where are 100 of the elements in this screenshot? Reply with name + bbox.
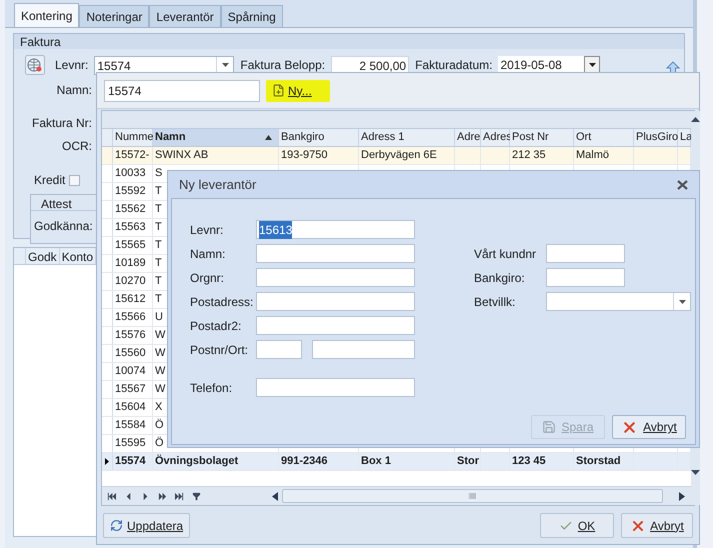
- column-header[interactable]: Ort: [574, 129, 634, 146]
- caret-icon: [222, 63, 229, 67]
- kredit-checkbox[interactable]: [69, 174, 80, 186]
- tab[interactable]: Kontering: [14, 3, 80, 27]
- field-label: Levnr:: [55, 57, 88, 74]
- betvillk-combo[interactable]: [546, 292, 691, 311]
- table-cell-text: U: [155, 310, 163, 326]
- scroll-right-icon[interactable]: [679, 492, 685, 500]
- ok-button[interactable]: OK: [540, 513, 614, 538]
- grip-icon: [468, 493, 476, 499]
- table-cell-text: 15563: [115, 220, 146, 236]
- table-cell-text: W: [155, 328, 166, 344]
- next-page-icon[interactable]: [158, 492, 167, 500]
- field-label: Fakturadatum:: [415, 57, 492, 74]
- field-label: Levnr:: [190, 222, 224, 238]
- field-label: Postnr/Ort:: [190, 342, 250, 358]
- table-cell-text: T: [155, 184, 162, 200]
- field-label: Godkänna:: [34, 219, 93, 233]
- table-cell-text: 15592: [115, 184, 146, 200]
- postnr-field[interactable]: [256, 340, 302, 359]
- table-cell-text: Ö: [155, 436, 164, 452]
- close-icon[interactable]: [677, 180, 688, 190]
- field-label: Orgnr:: [190, 270, 226, 286]
- scroll-down-icon[interactable]: [691, 470, 700, 475]
- field-label: Postadress:: [190, 294, 254, 310]
- tab[interactable]: Spårning: [220, 5, 283, 27]
- field-label: Bankgiro:: [474, 270, 526, 286]
- levnr-combo[interactable]: 15574: [94, 56, 234, 74]
- tab[interactable]: Noteringar: [79, 5, 150, 27]
- table-cell-text: T: [155, 256, 162, 272]
- field-label: Telefon:: [190, 380, 234, 396]
- cancel-button[interactable]: Avbryt: [612, 415, 686, 439]
- text-field[interactable]: [256, 292, 415, 311]
- table-cell-text: 15567: [115, 382, 146, 398]
- table-cell-text: 15604: [115, 400, 146, 416]
- table-cell-text: Stor: [457, 454, 479, 470]
- table-cell-text: 193-9750: [281, 148, 328, 164]
- table-cell-text: W: [155, 364, 166, 380]
- table-cell-text: X: [155, 400, 162, 416]
- previous-icon[interactable]: [124, 492, 133, 500]
- table-row[interactable]: 15572- SWINX AB 193-9750 Derbyvägen 6E 212 35 Malmö: [102, 147, 691, 165]
- tab[interactable]: Leverantör: [149, 5, 221, 27]
- table-cell-text: Derbyvägen 6E: [361, 148, 437, 164]
- refresh-button[interactable]: Uppdatera: [103, 513, 190, 538]
- scroll-up-icon[interactable]: [691, 117, 700, 122]
- table-cell-text: 15562: [115, 202, 146, 218]
- search-field[interactable]: 15574: [104, 80, 260, 102]
- dialog-title: Ny leverantör: [179, 176, 256, 194]
- column-header[interactable]: Godk: [26, 248, 60, 264]
- table-cell-text: 15574: [115, 454, 146, 470]
- current-row-icon: [105, 458, 109, 465]
- text-field[interactable]: [256, 268, 415, 287]
- table-cell-text: Box 1: [361, 454, 391, 470]
- table-cell-text: 10074: [115, 364, 146, 380]
- column-header[interactable]: Post Nr: [510, 129, 574, 146]
- sort-ascending-icon: [265, 135, 272, 140]
- table-cell-text: 212 35: [512, 148, 546, 164]
- text-field[interactable]: [546, 268, 625, 287]
- refresh-icon: [110, 519, 123, 532]
- new-button[interactable]: Ny...: [266, 80, 330, 102]
- filter-icon[interactable]: [192, 492, 201, 500]
- column-header[interactable]: Bankgiro: [279, 129, 359, 146]
- field-label: Namn:: [190, 246, 226, 262]
- text-field[interactable]: [256, 244, 415, 263]
- table-row[interactable]: 15574 Övningsbolaget 991-2346 Box 1 Stor 123 45 Storstad: [102, 453, 691, 471]
- ort-field[interactable]: [312, 340, 415, 359]
- last-page-icon[interactable]: [175, 492, 184, 500]
- save-icon: [542, 420, 556, 434]
- group-title: Faktura: [20, 34, 61, 50]
- checkbox-label: Kredit: [34, 172, 66, 189]
- table-cell-text: T: [155, 238, 162, 254]
- globe-pin-icon[interactable]: [25, 55, 45, 75]
- column-header[interactable]: Namn: [153, 129, 279, 146]
- next-icon[interactable]: [141, 492, 150, 500]
- table-cell-text: W: [155, 346, 166, 362]
- text-field[interactable]: 15613: [256, 220, 415, 239]
- table-cell-text: 15584: [115, 418, 146, 434]
- column-header[interactable]: Numme: [113, 129, 153, 146]
- scroll-left-icon[interactable]: [272, 492, 278, 500]
- field-label: Vårt kundnr: [474, 246, 538, 262]
- cancel-button[interactable]: Avbryt: [621, 513, 693, 538]
- text-field[interactable]: [256, 316, 415, 335]
- table-cell-text: 15595: [115, 436, 146, 452]
- column-header[interactable]: Adress 1: [359, 129, 455, 146]
- column-header[interactable]: Adre: [455, 129, 481, 146]
- field-label: Faktura Belopp:: [240, 57, 326, 74]
- field-label: OCR:: [62, 138, 92, 155]
- table-cell-text: 15572-: [115, 148, 150, 164]
- first-page-icon[interactable]: [107, 492, 116, 500]
- table-cell-text: T: [155, 274, 162, 290]
- file-plus-icon: [272, 84, 285, 97]
- table-cell-text: S: [155, 166, 162, 182]
- column-header[interactable]: PlusGiro: [634, 129, 678, 146]
- table-cell-text: 123 45: [512, 454, 546, 470]
- text-field[interactable]: [256, 378, 415, 397]
- table-cell-text: 15560: [115, 346, 146, 362]
- text-field[interactable]: [546, 244, 625, 263]
- table-cell-text: T: [155, 292, 162, 308]
- table-cell-text: Övningsbolaget: [155, 454, 238, 470]
- caret-icon: [588, 63, 596, 67]
